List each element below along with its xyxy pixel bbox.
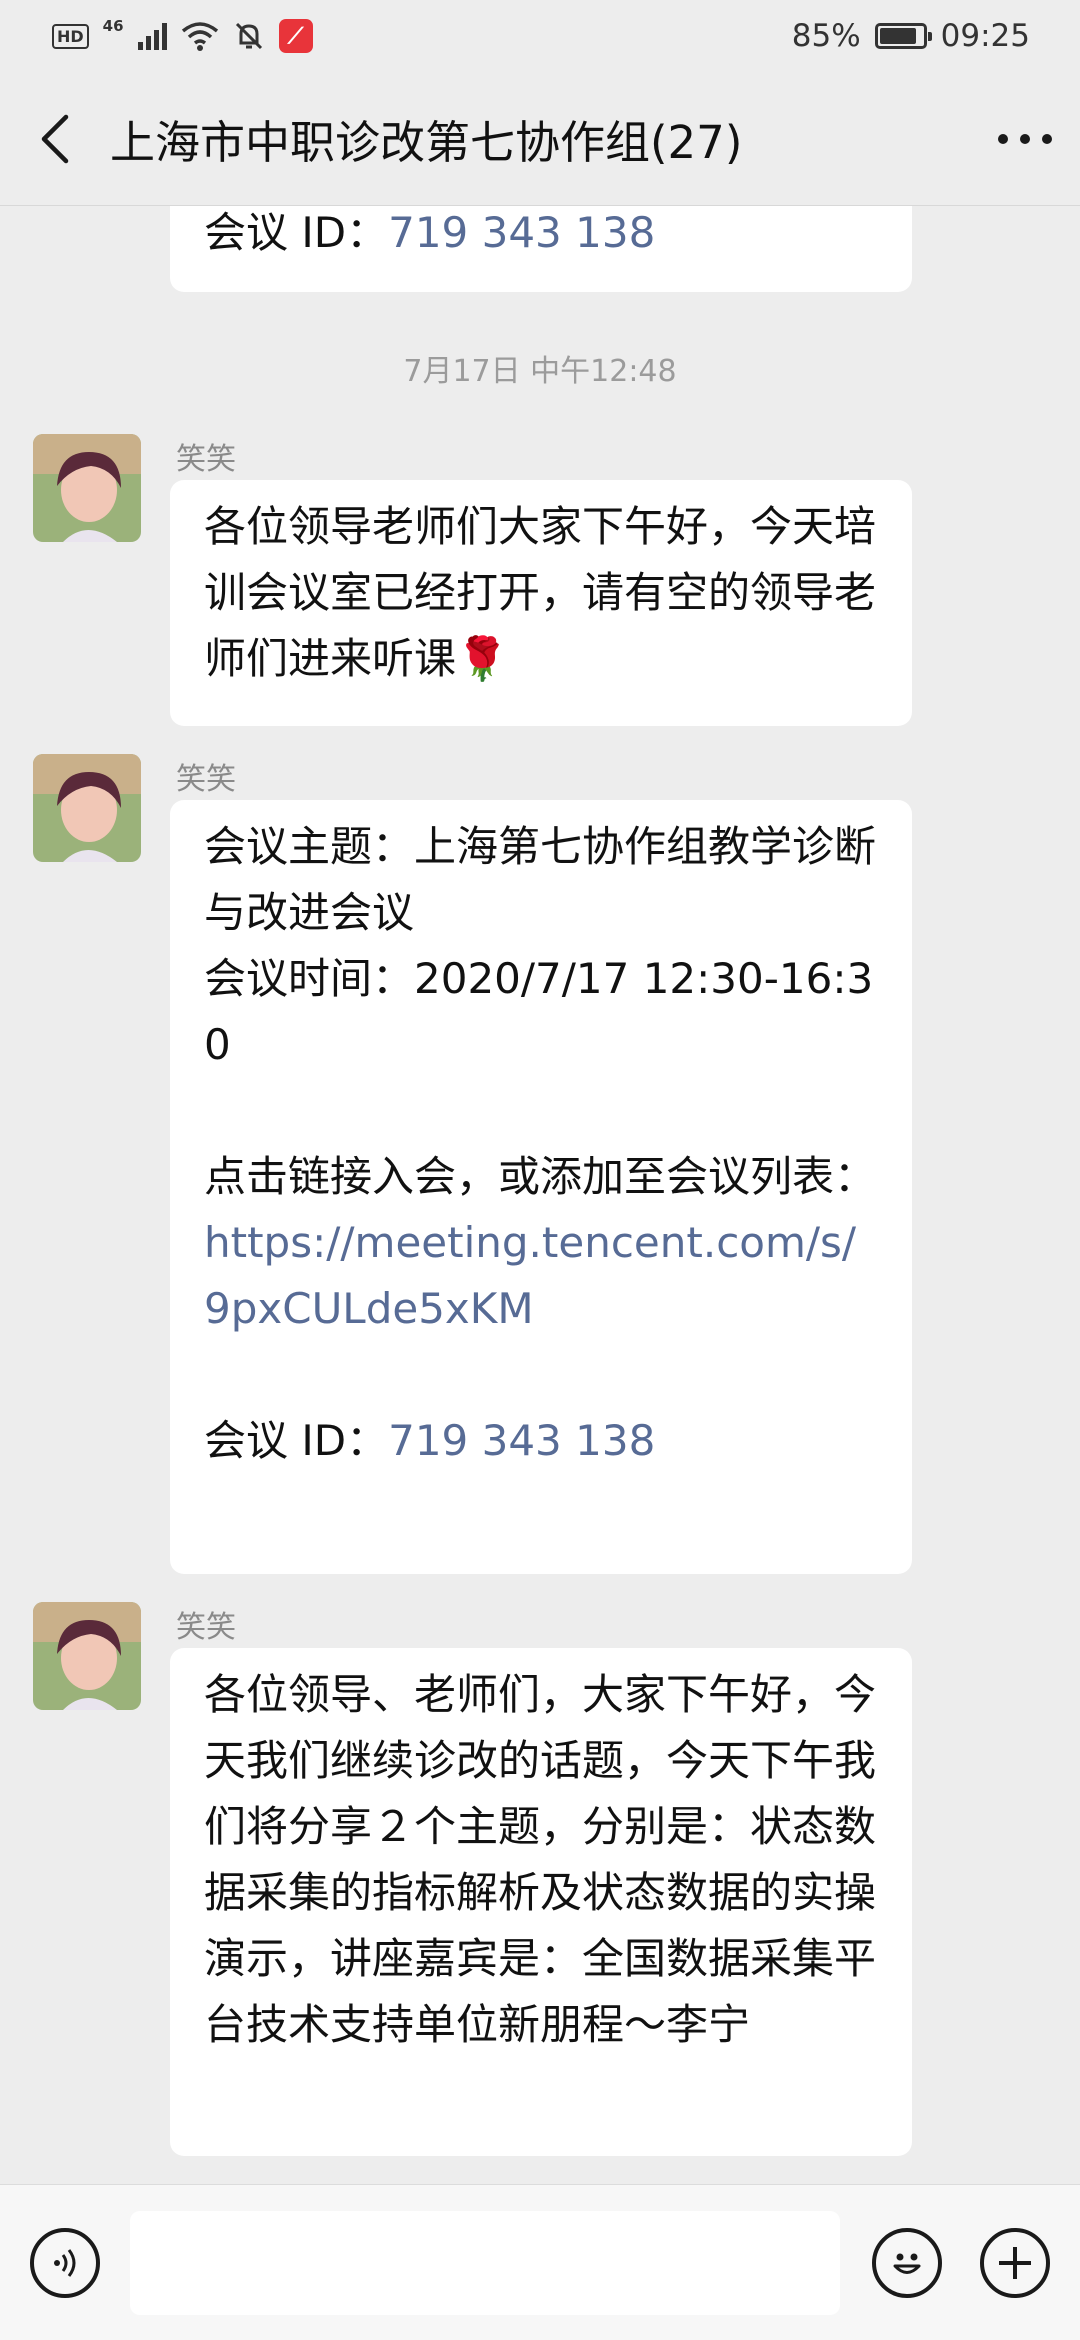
message-bubble[interactable]: 各位领导老师们大家下午好，今天培训会议室已经打开，请有空的领导老师们进来听课🌹 bbox=[170, 480, 912, 726]
meeting-time: 会议时间：2020/7/17 12:30-16:30 bbox=[204, 954, 874, 1069]
app-notification-icon: ⟋ bbox=[278, 19, 313, 53]
hd-indicator: HD bbox=[52, 23, 89, 49]
sender-name: 笑笑 bbox=[176, 1610, 236, 1645]
status-bar: HD 46 ⟋ 85% 09:25 bbox=[0, 0, 1080, 72]
chat-title: 上海市中职诊改第七协作组(27) bbox=[110, 116, 743, 169]
meeting-id-label: 会议 ID： bbox=[204, 1416, 389, 1465]
rose-emoji: 🌹 bbox=[456, 634, 509, 683]
voice-icon bbox=[54, 2249, 76, 2277]
message-bubble[interactable]: 会议主题：上海第七协作组教学诊断与改进会议 会议时间：2020/7/17 12:3… bbox=[170, 800, 912, 1574]
avatar[interactable] bbox=[33, 754, 141, 862]
network-type: 46 bbox=[102, 17, 124, 35]
mute-bell-icon bbox=[235, 22, 262, 50]
more-dots-icon bbox=[998, 133, 1052, 144]
message-bubble[interactable]: 各位领导、老师们，大家下午好，今天我们继续诊改的话题，今天下午我们将分享２个主题… bbox=[170, 1648, 912, 2156]
avatar[interactable] bbox=[33, 1602, 141, 1710]
emoji-icon bbox=[893, 2253, 921, 2274]
plus-icon bbox=[999, 2247, 1031, 2279]
signal-icon bbox=[137, 22, 167, 50]
meeting-id-label: 会议 ID： bbox=[204, 208, 389, 257]
more-button[interactable] bbox=[970, 72, 1080, 206]
clock: 09:25 bbox=[940, 18, 1030, 54]
plus-button[interactable] bbox=[980, 2228, 1050, 2298]
emoji-button[interactable] bbox=[872, 2228, 942, 2298]
battery-percent: 85% bbox=[791, 18, 861, 54]
input-bar bbox=[0, 2184, 1080, 2340]
timestamp: 7月17日 中午12:48 bbox=[403, 354, 677, 389]
meeting-id-link[interactable]: 719 343 138 bbox=[388, 1416, 655, 1465]
sender-name: 笑笑 bbox=[176, 762, 236, 797]
meeting-id-link[interactable]: 719 343 138 bbox=[388, 208, 655, 257]
back-button[interactable] bbox=[0, 72, 110, 206]
avatar[interactable] bbox=[33, 434, 141, 542]
meeting-topic: 会议主题：上海第七协作组教学诊断与改进会议 bbox=[204, 822, 877, 937]
message-list[interactable]: 会议 ID：719 343 138 7月17日 中午12:48 笑笑 各位领导老… bbox=[0, 206, 1080, 2184]
chat-header: 上海市中职诊改第七协作组(27) bbox=[0, 72, 1080, 206]
message-text: 各位领导、老师们，大家下午好，今天我们继续诊改的话题，今天下午我们将分享２个主题… bbox=[204, 1670, 877, 2049]
voice-button[interactable] bbox=[30, 2228, 100, 2298]
message-text: 各位领导老师们大家下午好，今天培训会议室已经打开，请有空的领导老师们进来听课 bbox=[204, 502, 877, 683]
message-input[interactable] bbox=[130, 2211, 840, 2315]
wifi-icon bbox=[181, 22, 218, 51]
message-bubble-partial[interactable]: 会议 ID：719 343 138 bbox=[170, 206, 912, 292]
status-icons-right: 85% 09:25 bbox=[792, 18, 1030, 54]
join-instruction: 点击链接入会，或添加至会议列表： bbox=[204, 1152, 877, 1201]
status-icons-left: HD 46 ⟋ bbox=[52, 17, 313, 53]
battery-icon bbox=[874, 23, 932, 49]
meeting-link[interactable]: https://meeting.tencent.com/s/9pxCULde5x… bbox=[204, 1210, 878, 1342]
chevron-left-icon bbox=[41, 114, 69, 163]
sender-name: 笑笑 bbox=[176, 442, 236, 477]
